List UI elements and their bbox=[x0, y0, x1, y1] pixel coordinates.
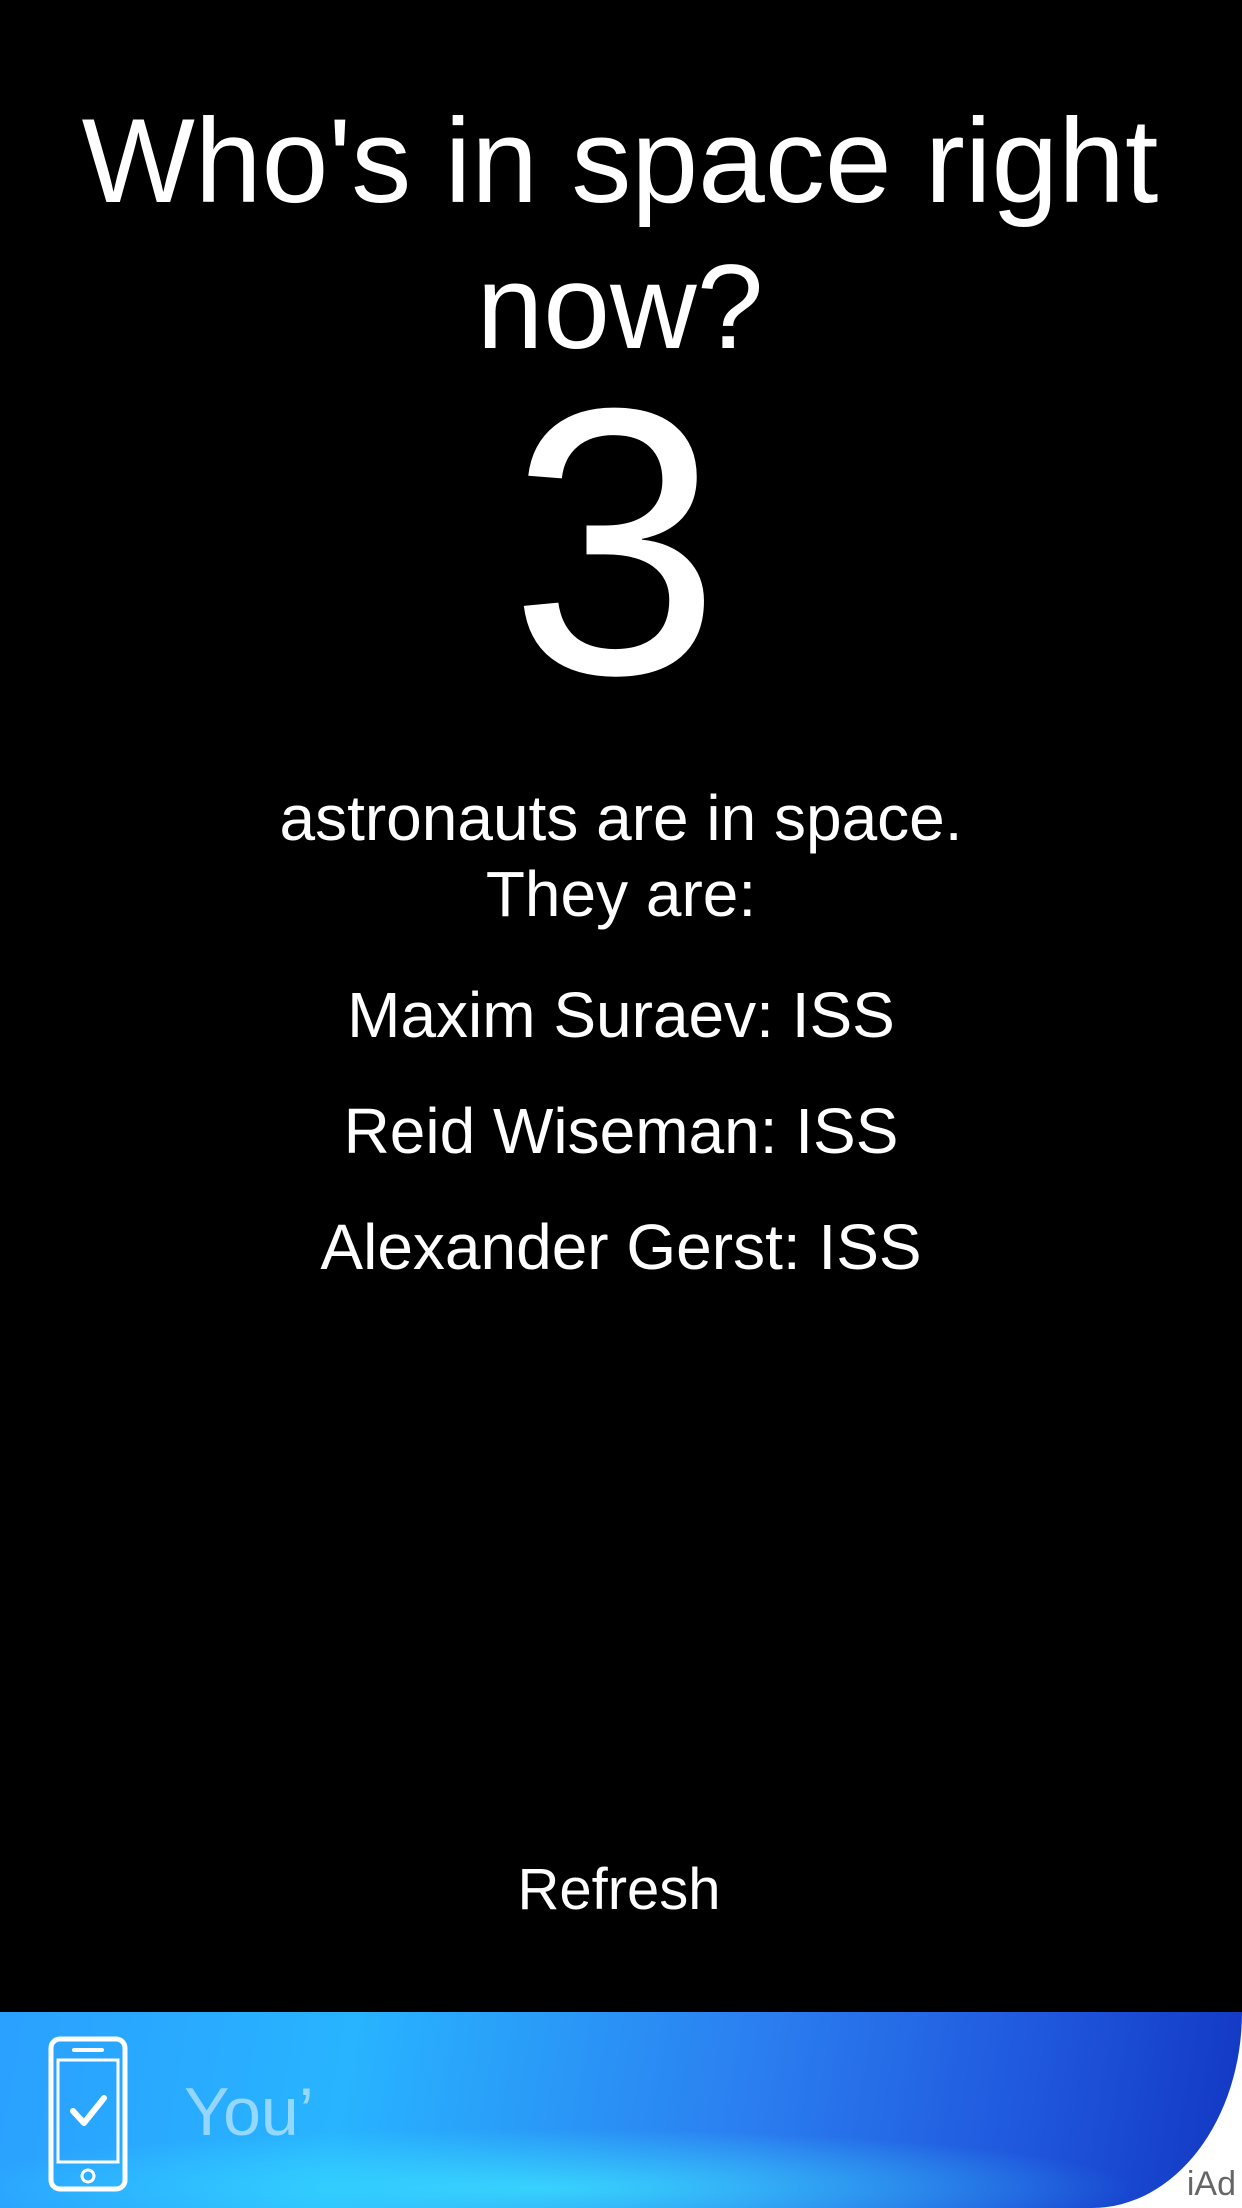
iad-label: iAd bbox=[1186, 2165, 1236, 2203]
refresh-button[interactable]: Refresh bbox=[0, 1850, 1238, 1930]
astronaut-list: Maxim Suraev: ISS Reid Wiseman: ISS Alex… bbox=[0, 975, 1242, 1323]
astronaut-list-item: Maxim Suraev: ISS bbox=[347, 979, 895, 1051]
count-description-line-2: They are: bbox=[485, 858, 757, 930]
astronaut-list-item: Alexander Gerst: ISS bbox=[320, 1211, 922, 1283]
count-description: astronauts are in space. They are: bbox=[0, 780, 1242, 932]
iad-banner[interactable]: You’ iAd bbox=[0, 2012, 1242, 2208]
astronaut-list-item: Reid Wiseman: ISS bbox=[343, 1095, 899, 1167]
count-description-line-1: astronauts are in space. bbox=[279, 782, 963, 854]
astronaut-count: 3 bbox=[509, 329, 721, 754]
ad-text: You’ bbox=[184, 2074, 314, 2150]
phone-check-icon bbox=[48, 2036, 128, 2192]
